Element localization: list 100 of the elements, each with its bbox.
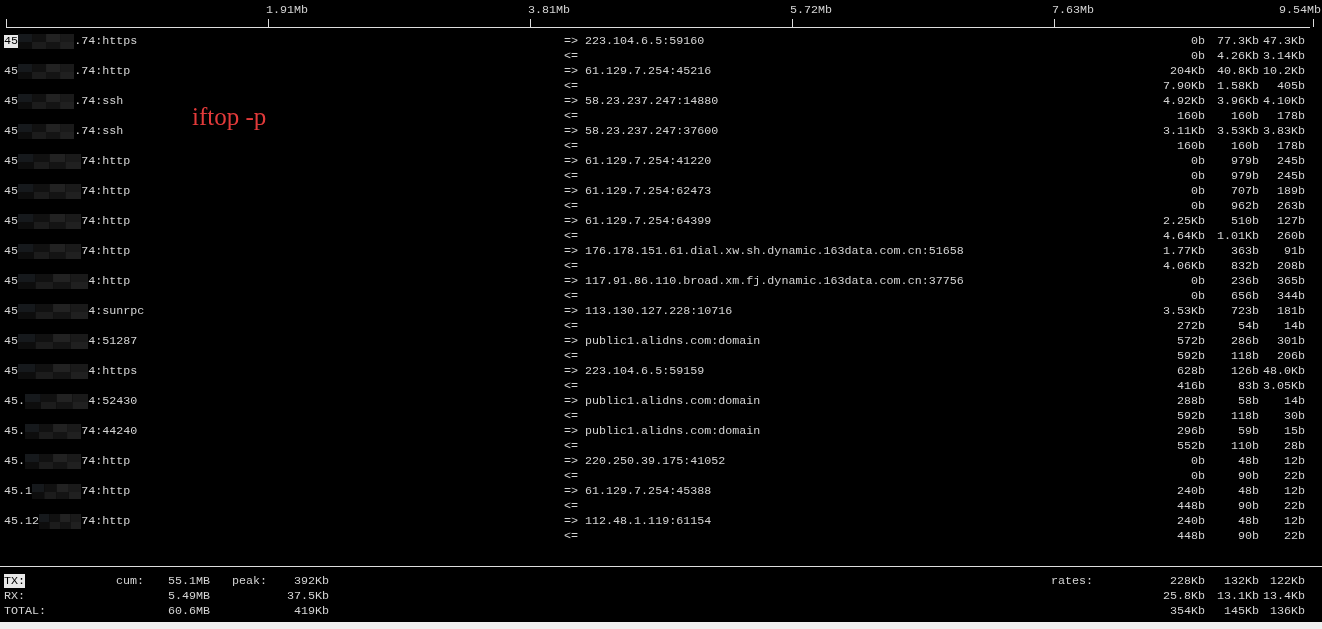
rate-value: 14b (1282, 319, 1305, 334)
peak-value: 392Kb (292, 574, 329, 589)
rate-value: 48b (1236, 454, 1259, 469)
rate-value: 83b (1236, 379, 1259, 394)
peak-value: 37.5Kb (285, 589, 329, 604)
rate-value: 22b (1282, 469, 1305, 484)
redaction-mosaic (18, 124, 75, 139)
remote-host-text: 61.129.7.254:41220 (585, 154, 713, 169)
rate-value: 90b (1236, 529, 1259, 544)
rate-value: 296b (1175, 424, 1205, 439)
host-text: 45. (4, 395, 26, 408)
host-text: 45. (4, 425, 26, 438)
direction-arrow: => (564, 34, 580, 49)
rate-value: 1.58Kb (1215, 79, 1259, 94)
rate-value: 4.10Kb (1261, 94, 1305, 109)
rate-value: 962b (1229, 199, 1259, 214)
rate-value: 448b (1175, 529, 1205, 544)
host-port-text: 4:http (88, 275, 131, 288)
rate-value: 288b (1175, 394, 1205, 409)
rate-value: 7.90Kb (1161, 79, 1205, 94)
rate-value: 126b (1229, 364, 1259, 379)
remote-host-text: 223.104.6.5:59160 (585, 34, 706, 49)
rate-value: 3.83Kb (1261, 124, 1305, 139)
rate-value: 245b (1275, 154, 1305, 169)
rate-value: 0b (1189, 169, 1205, 184)
direction-arrow: => (564, 394, 580, 409)
rate-value: 178b (1275, 109, 1305, 124)
host-port-text: .74:ssh (74, 125, 124, 138)
redaction-mosaic (25, 454, 82, 469)
rate-value: 48b (1236, 514, 1259, 529)
host-text: 45 (4, 245, 19, 258)
direction-arrow: => (564, 484, 580, 499)
redaction-mosaic (18, 154, 82, 169)
rate-value: 405b (1275, 79, 1305, 94)
rate-value: 228Kb (1168, 574, 1205, 589)
direction-arrow: => (564, 304, 580, 319)
host-text: 45 (4, 275, 19, 288)
cum-label: cum: (116, 574, 145, 588)
remote-host-text: 117.91.86.110.broad.xm.fj.dynamic.163data.com.cn:37756 (585, 274, 965, 289)
host-text: 45 (4, 335, 19, 348)
peak-label: peak: (232, 574, 268, 588)
rate-value: 48b (1236, 484, 1259, 499)
rate-value: 979b (1229, 169, 1259, 184)
rate-value: 572b (1175, 334, 1205, 349)
rate-value: 77.3Kb (1215, 34, 1259, 49)
direction-arrow: <= (564, 199, 580, 214)
rate-value: 145Kb (1222, 604, 1259, 619)
rate-value: 0b (1189, 184, 1205, 199)
direction-arrow: => (564, 124, 580, 139)
rate-value: 2.25Kb (1161, 214, 1205, 229)
rate-value: 3.53Kb (1215, 124, 1259, 139)
redaction-mosaic (39, 514, 82, 529)
host-port-text: 74:http (81, 485, 131, 498)
redaction-mosaic (25, 394, 89, 409)
host-text: 45 (4, 305, 19, 318)
direction-arrow: <= (564, 379, 580, 394)
direction-arrow: => (564, 424, 580, 439)
direction-arrow: => (564, 154, 580, 169)
rate-value: 132Kb (1222, 574, 1259, 589)
host-text: 45 (4, 125, 19, 138)
host-text: 45 (4, 35, 19, 48)
redaction-mosaic (25, 424, 82, 439)
direction-arrow: <= (564, 109, 580, 124)
host-port-text: 74:http (81, 515, 131, 528)
direction-arrow: => (564, 364, 580, 379)
rate-value: 723b (1229, 304, 1259, 319)
rate-value: 236b (1229, 274, 1259, 289)
direction-arrow: <= (564, 229, 580, 244)
direction-arrow: <= (564, 259, 580, 274)
rate-value: 260b (1275, 229, 1305, 244)
rate-value: 3.14Kb (1261, 49, 1305, 64)
rate-value: 1.77Kb (1161, 244, 1205, 259)
rate-value: 160b (1175, 109, 1205, 124)
rate-value: 0b (1189, 199, 1205, 214)
rate-value: 48.0Kb (1261, 364, 1305, 379)
redaction-mosaic (18, 94, 75, 109)
direction-arrow: => (564, 334, 580, 349)
rate-value: 4.06Kb (1161, 259, 1205, 274)
direction-arrow: => (564, 214, 580, 229)
rate-value: 136Kb (1268, 604, 1305, 619)
rate-value: 4.64Kb (1161, 229, 1205, 244)
remote-host-text: 223.104.6.5:59159 (585, 364, 706, 379)
scale-label: 5.72Mb (789, 4, 832, 17)
rate-value: 272b (1175, 319, 1205, 334)
rate-value: 416b (1175, 379, 1205, 394)
host-text: 45.12 (4, 515, 40, 528)
direction-arrow: => (564, 514, 580, 529)
remote-host-text: public1.alidns.com:domain (585, 424, 762, 439)
rate-value: 344b (1275, 289, 1305, 304)
direction-arrow: <= (564, 469, 580, 484)
rate-value: 10.2Kb (1261, 64, 1305, 79)
host-text: 45 (4, 155, 19, 168)
remote-host-text: 112.48.1.119:61154 (585, 514, 713, 529)
rate-value: 0b (1189, 274, 1205, 289)
redaction-mosaic (18, 34, 75, 49)
rate-value: 240b (1175, 484, 1205, 499)
peak-value: 419Kb (292, 604, 329, 619)
rate-value: 0b (1189, 49, 1205, 64)
remote-host-text: 61.129.7.254:45388 (585, 484, 713, 499)
cum-value: 5.49MB (166, 589, 210, 604)
